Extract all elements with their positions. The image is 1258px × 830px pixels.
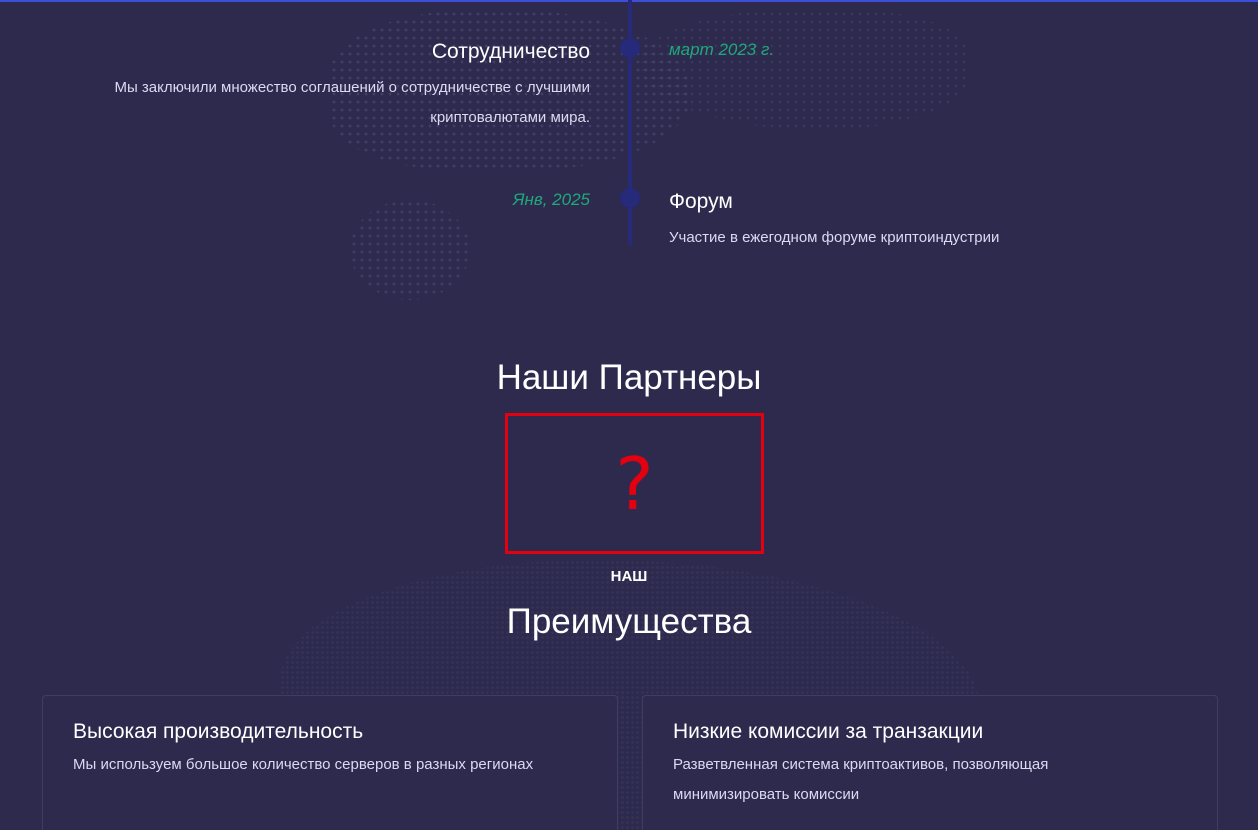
timeline-dot: [620, 38, 640, 58]
advantage-card-text: Разветвленная система криптоактивов, поз…: [673, 750, 1187, 810]
advantage-card-title: Высокая производительность: [73, 720, 364, 743]
timeline-item-description: Мы заключили множество соглашений о сотр…: [114, 73, 590, 133]
advantage-card-text: Мы используем большое количество серверо…: [73, 756, 534, 773]
timeline-item-description: Участие в ежегодном форуме криптоиндустр…: [669, 229, 1000, 246]
world-map-dots: [640, 10, 970, 130]
card-text-line: минимизировать комиссии: [673, 786, 860, 803]
card-text-line: Разветвленная система криптоактивов, поз…: [673, 756, 1049, 773]
timeline-line: [628, 0, 632, 245]
advantage-card-title: Низкие комиссии за транзакции: [673, 720, 984, 743]
missing-image-icon: ?: [615, 441, 654, 526]
description-line: Мы заключили множество соглашений о сотр…: [114, 79, 590, 96]
advantage-card: Низкие комиссии за транзакции Разветвлен…: [642, 695, 1218, 830]
world-map-dots: [350, 200, 470, 300]
partners-title: Наши Партнеры: [496, 358, 762, 397]
advantages-eyebrow: НАШ: [610, 568, 648, 585]
timeline-item-title: Сотрудничество: [431, 40, 590, 63]
partner-logo-placeholder: ?: [505, 413, 764, 554]
description-line: криптовалютами мира.: [430, 109, 590, 126]
advantage-card: Высокая производительность Мы используем…: [42, 695, 618, 830]
timeline-item-date: Янв, 2025: [512, 190, 590, 209]
timeline-item-title: Форум: [669, 190, 733, 213]
timeline-item-date: март 2023 г.: [669, 40, 775, 59]
advantages-title: Преимущества: [506, 602, 752, 641]
timeline-dot: [620, 188, 640, 208]
